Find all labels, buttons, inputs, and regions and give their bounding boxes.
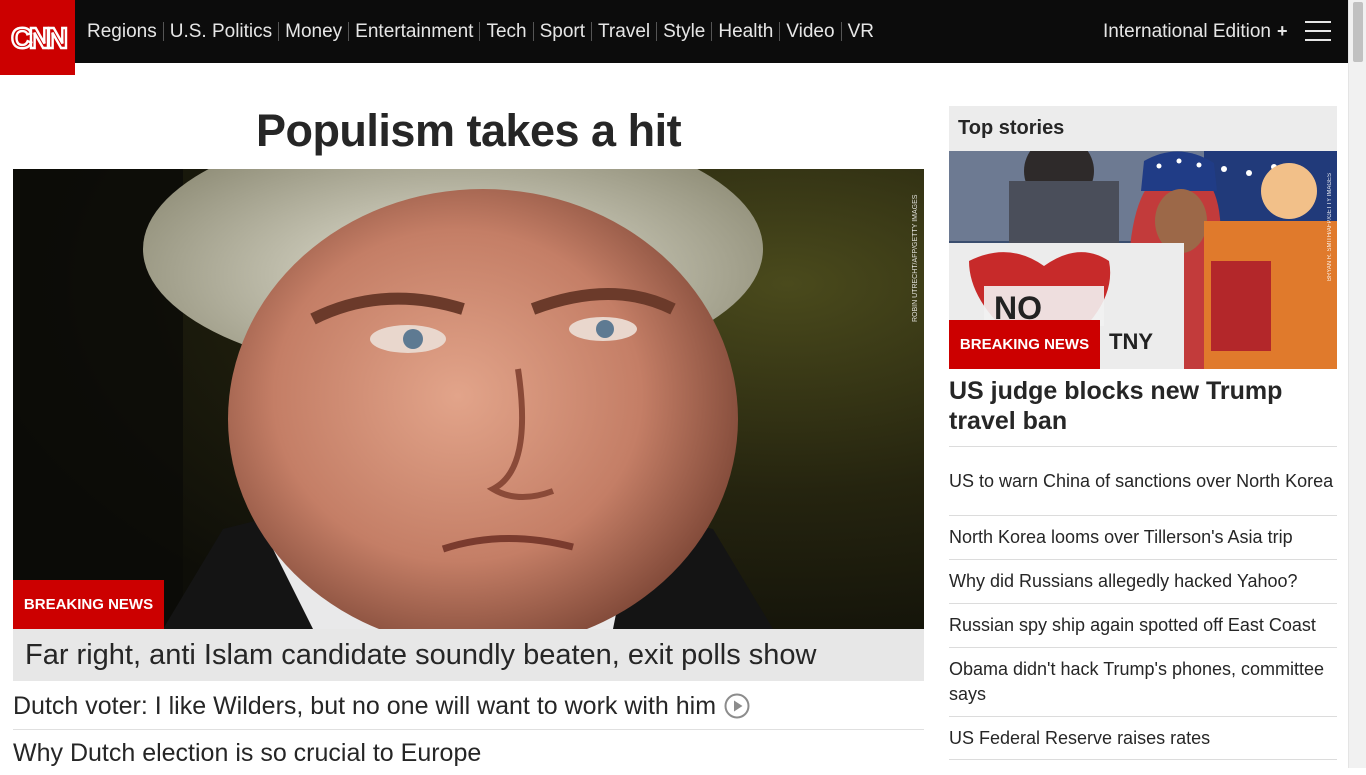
list-item[interactable]: US to warn China of sanctions over North… bbox=[949, 446, 1337, 515]
list-item[interactable]: US Federal Reserve raises rates bbox=[949, 716, 1337, 760]
edition-selector[interactable]: International Edition + bbox=[1103, 0, 1287, 63]
story-link-text: US to warn China of sanctions over North… bbox=[949, 470, 1334, 491]
nav-item-travel[interactable]: Travel bbox=[598, 21, 650, 43]
list-item[interactable]: Why did Russians allegedly hacked Yahoo? bbox=[949, 559, 1337, 603]
hamburger-menu-icon[interactable] bbox=[1305, 21, 1331, 41]
nav-divider bbox=[348, 22, 350, 41]
menu-bar bbox=[1305, 39, 1331, 41]
list-item[interactable]: North Korea looms over Tillerson's Asia … bbox=[949, 515, 1337, 559]
logo-text: CNN bbox=[11, 23, 66, 55]
breaking-news-badge[interactable]: BREAKING NEWS bbox=[949, 320, 1100, 369]
menu-bar bbox=[1305, 21, 1331, 23]
page-headline[interactable]: Populism takes a hit bbox=[13, 101, 924, 161]
nav-item-us-politics[interactable]: U.S. Politics bbox=[170, 21, 272, 43]
related-story-text: Dutch voter: I like Wilders, but no one … bbox=[13, 691, 717, 720]
plus-icon: + bbox=[1276, 21, 1288, 41]
nav-divider bbox=[656, 22, 658, 41]
nav-divider bbox=[278, 22, 280, 41]
nav-item-vr[interactable]: VR bbox=[848, 21, 874, 43]
cnn-logo[interactable]: CNN bbox=[0, 0, 75, 75]
page-scrollbar[interactable] bbox=[1348, 0, 1366, 768]
nav-item-style[interactable]: Style bbox=[663, 21, 705, 43]
menu-bar bbox=[1305, 30, 1331, 32]
hero-photo-credit: ROBIN UTRECHT/AFP/GETTY IMAGES bbox=[912, 194, 919, 322]
nav-item-regions[interactable]: Regions bbox=[87, 21, 157, 43]
top-stories-list: US to warn China of sanctions over North… bbox=[949, 446, 1337, 760]
story-link-text: Obama didn't hack Trump's phones, commit… bbox=[949, 659, 1325, 704]
hero-image[interactable] bbox=[13, 169, 924, 629]
nav-item-sport[interactable]: Sport bbox=[540, 21, 585, 43]
story-link-text: US Federal Reserve raises rates bbox=[949, 727, 1211, 748]
breaking-news-badge[interactable]: BREAKING NEWS bbox=[13, 580, 164, 629]
play-video-icon bbox=[724, 693, 750, 719]
list-item[interactable]: Obama didn't hack Trump's phones, commit… bbox=[949, 647, 1337, 716]
top-story-headline[interactable]: US judge blocks new Trump travel ban bbox=[949, 376, 1337, 436]
story-link-text: Russian spy ship again spotted off East … bbox=[949, 615, 1316, 635]
scrollbar-thumb[interactable] bbox=[1353, 2, 1363, 62]
story-link-text: Why did Russians allegedly hacked Yahoo? bbox=[949, 571, 1298, 591]
main-nav: Regions U.S. Politics Money Entertainmen… bbox=[87, 0, 874, 63]
nav-divider bbox=[711, 22, 713, 41]
top-navigation-bar: Regions U.S. Politics Money Entertainmen… bbox=[0, 0, 1348, 63]
nav-item-health[interactable]: Health bbox=[718, 21, 773, 43]
related-story-text: Why Dutch election is so crucial to Euro… bbox=[13, 738, 482, 767]
related-story-link[interactable]: Why Dutch election is so crucial to Euro… bbox=[13, 731, 924, 775]
related-story-link[interactable]: Dutch voter: I like Wilders, but no one … bbox=[13, 683, 924, 730]
nav-divider bbox=[779, 22, 781, 41]
nav-divider bbox=[591, 22, 593, 41]
hero-caption-link[interactable]: Far right, anti Islam candidate soundly … bbox=[13, 629, 924, 681]
edition-label: International Edition bbox=[1103, 20, 1271, 42]
sign-text: TNY bbox=[1109, 329, 1153, 354]
story-link-text: North Korea looms over Tillerson's Asia … bbox=[949, 527, 1293, 547]
nav-item-video[interactable]: Video bbox=[786, 21, 834, 43]
hero-photo-illustration bbox=[13, 169, 924, 629]
nav-divider bbox=[479, 22, 481, 41]
list-item[interactable]: Russian spy ship again spotted off East … bbox=[949, 603, 1337, 647]
nav-divider bbox=[532, 22, 534, 41]
top-stories-header: Top stories bbox=[949, 106, 1337, 151]
nav-item-money[interactable]: Money bbox=[285, 21, 342, 43]
nav-item-entertainment[interactable]: Entertainment bbox=[355, 21, 473, 43]
nav-divider bbox=[162, 22, 164, 41]
cnn-logo-mark: CNN bbox=[9, 21, 68, 55]
nav-item-tech[interactable]: Tech bbox=[486, 21, 526, 43]
top-story-photo-credit: BRYAN R. SMITH/AFP/GETTY IMAGES bbox=[1327, 172, 1333, 281]
nav-divider bbox=[840, 22, 842, 41]
